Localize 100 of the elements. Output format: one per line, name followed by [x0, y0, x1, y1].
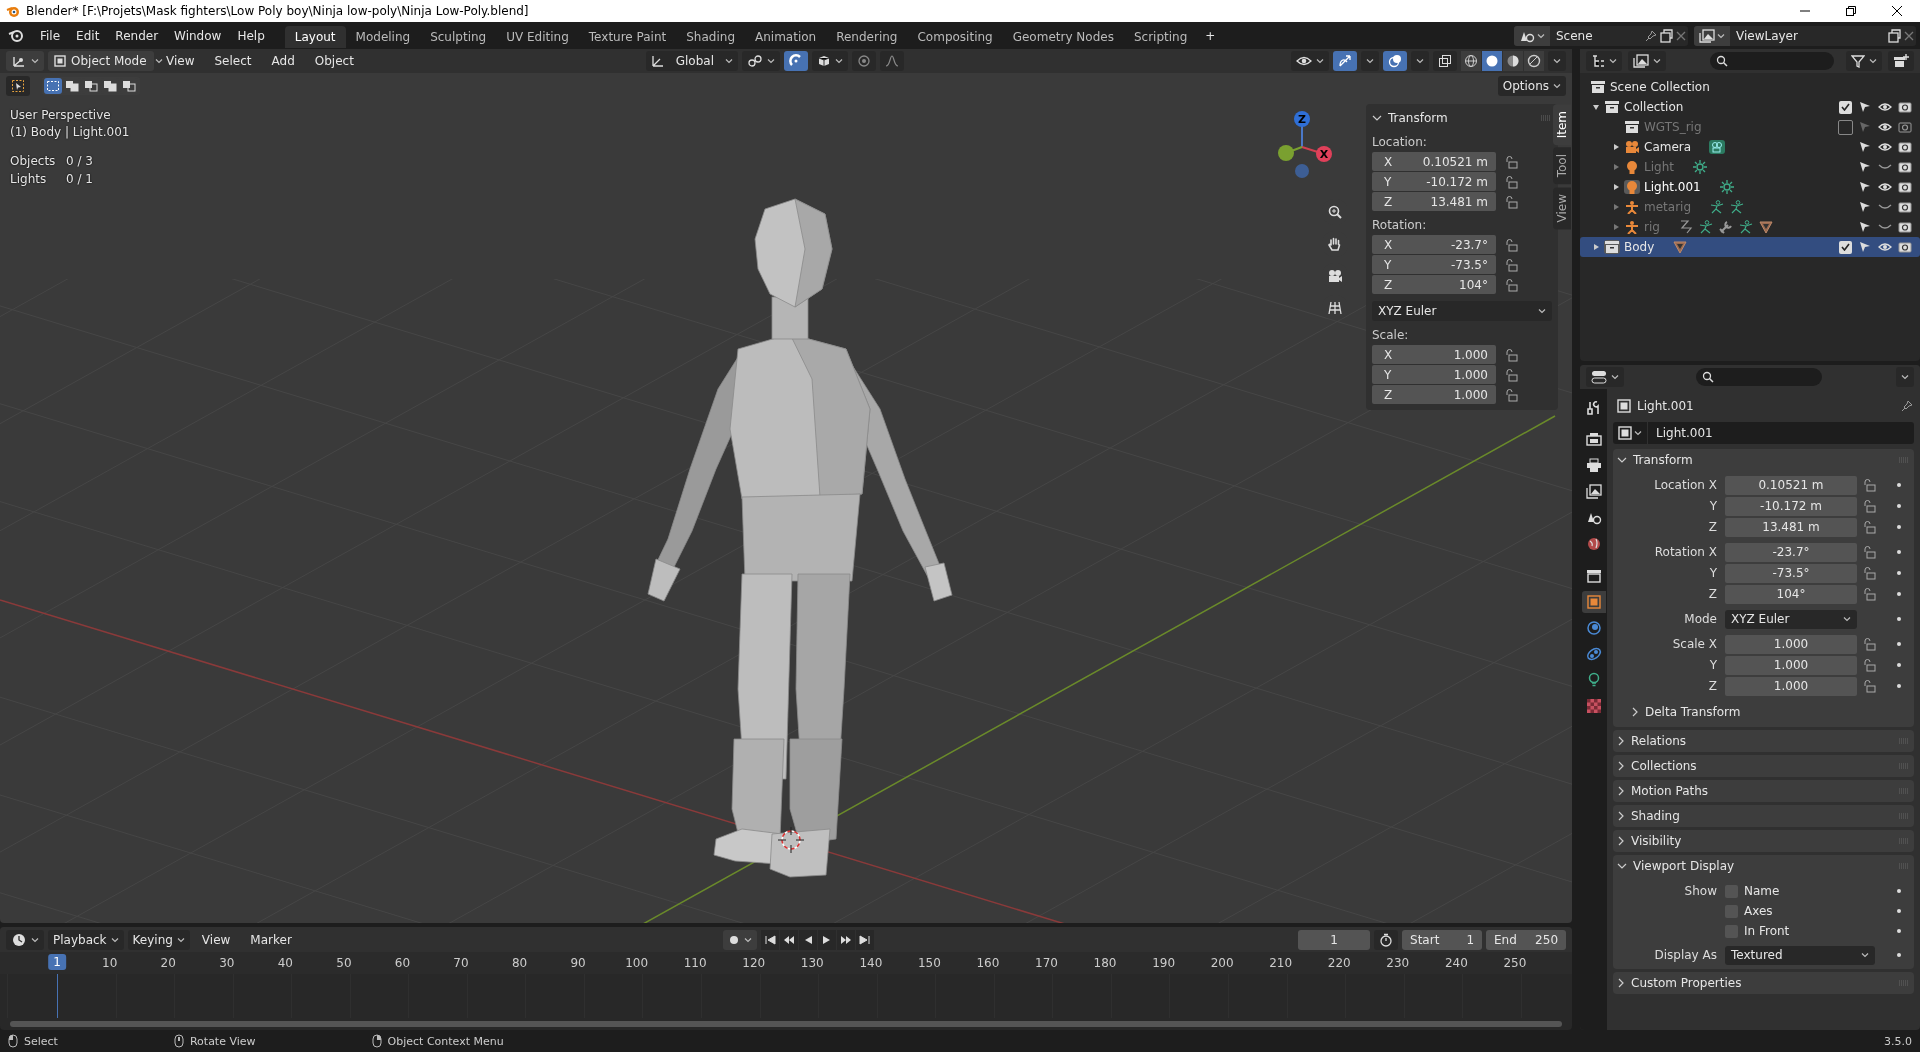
- closed-eye-icon[interactable]: [1878, 222, 1892, 232]
- lock-icon[interactable]: [1504, 387, 1518, 402]
- lock-icon[interactable]: [1862, 520, 1876, 534]
- overlays-toggle[interactable]: [1383, 51, 1407, 71]
- panel-title[interactable]: Transform: [1388, 111, 1448, 125]
- new-collection-button[interactable]: [1888, 51, 1914, 71]
- keyframe-dot-icon[interactable]: [1896, 662, 1902, 668]
- collapsed-arrow-icon[interactable]: [1612, 183, 1620, 191]
- chevron-right-icon[interactable]: [1617, 811, 1625, 821]
- lock-icon[interactable]: [1504, 367, 1518, 382]
- menu-item[interactable]: View: [158, 51, 203, 71]
- chevron-right-icon[interactable]: [1617, 736, 1625, 746]
- panel-title[interactable]: Transform: [1633, 453, 1693, 467]
- eye-icon[interactable]: [1878, 242, 1892, 252]
- eye-icon[interactable]: [1878, 122, 1892, 132]
- panel-title[interactable]: Visibility: [1631, 834, 1682, 848]
- options-dropdown[interactable]: Options: [1497, 76, 1566, 96]
- menu-dropdown[interactable]: Playback: [48, 929, 124, 950]
- exclude-checkbox[interactable]: [1838, 240, 1852, 254]
- navigation-gizmo[interactable]: Z X: [1262, 109, 1332, 189]
- lock-icon[interactable]: [1504, 174, 1518, 189]
- scrollbar[interactable]: [10, 1021, 1562, 1027]
- select-arrow-icon[interactable]: [1859, 101, 1871, 113]
- editor-type-button[interactable]: [1586, 367, 1624, 387]
- display-mode-dropdown[interactable]: [1586, 51, 1622, 71]
- subpanel-title[interactable]: Delta Transform: [1645, 705, 1741, 719]
- shading-dropdown[interactable]: [1548, 51, 1566, 71]
- camera-render-icon[interactable]: [1898, 101, 1912, 113]
- lock-icon[interactable]: [1862, 587, 1876, 601]
- rotation-mode-dropdown[interactable]: XYZ Euler: [1372, 301, 1552, 321]
- mode-dropdown[interactable]: XYZ Euler: [1725, 609, 1857, 629]
- eye-icon[interactable]: [1878, 182, 1892, 192]
- jump-start-button[interactable]: [761, 929, 780, 950]
- lock-icon[interactable]: [1504, 277, 1518, 292]
- shading-mode-button[interactable]: [1482, 51, 1502, 71]
- workspace-tab[interactable]: Compositing: [907, 26, 1003, 48]
- lock-icon[interactable]: [1862, 658, 1876, 672]
- menu-item[interactable]: View: [193, 929, 239, 950]
- lock-icon[interactable]: [1862, 545, 1876, 559]
- lock-icon[interactable]: [1504, 347, 1518, 362]
- previous-keyframe-button[interactable]: [780, 929, 799, 950]
- select-tool-button[interactable]: [6, 76, 30, 96]
- snap-toggle[interactable]: [783, 51, 808, 71]
- play-button[interactable]: [818, 929, 837, 950]
- options-dropdown[interactable]: [1896, 367, 1914, 387]
- shading-mode-button[interactable]: [1461, 51, 1481, 71]
- next-keyframe-button[interactable]: [837, 929, 856, 950]
- camera-render-icon[interactable]: [1898, 201, 1912, 213]
- sidebar-tab[interactable]: Tool: [1553, 147, 1571, 185]
- view-layer-selector[interactable]: ViewLayer: [1694, 25, 1916, 46]
- number-field[interactable]: -10.172 m: [1725, 496, 1857, 516]
- editor-type-button[interactable]: [6, 51, 44, 71]
- number-field[interactable]: -23.7°: [1725, 542, 1857, 562]
- keyframe-dot-icon[interactable]: [1896, 482, 1902, 488]
- lock-icon[interactable]: [1862, 478, 1876, 492]
- object-name-field[interactable]: Light.001: [1613, 422, 1914, 444]
- keyframe-dot-icon[interactable]: [1896, 549, 1902, 555]
- number-field[interactable]: Z 13.481 m: [1372, 192, 1496, 211]
- camera-render-icon[interactable]: [1898, 121, 1912, 133]
- keyframe-dot-icon[interactable]: [1896, 570, 1902, 576]
- keyframe-dot-icon[interactable]: [1896, 908, 1902, 914]
- outliner-item-label[interactable]: Scene Collection: [1610, 80, 1710, 94]
- menu-item[interactable]: Object: [306, 51, 362, 71]
- record-button[interactable]: [723, 929, 758, 950]
- duplicate-icon[interactable]: [1658, 27, 1674, 44]
- overlays-dropdown[interactable]: [1411, 51, 1429, 71]
- end-frame-field[interactable]: End 250: [1486, 929, 1566, 950]
- checkbox-label[interactable]: Axes: [1744, 904, 1773, 918]
- 3d-viewport[interactable]: [0, 49, 1572, 923]
- workspace-tab[interactable]: Texture Paint: [578, 26, 677, 48]
- workspace-tab[interactable]: UV Editing: [496, 26, 579, 48]
- camera-render-icon[interactable]: [1898, 141, 1912, 153]
- eye-icon[interactable]: [1878, 102, 1892, 112]
- number-field[interactable]: Y 1.000: [1372, 365, 1496, 384]
- checkbox-label[interactable]: In Front: [1744, 924, 1790, 938]
- gizmo-dropdown[interactable]: [1361, 51, 1379, 71]
- number-field[interactable]: 1.000: [1725, 634, 1857, 654]
- number-field[interactable]: 13.481 m: [1725, 517, 1857, 537]
- chevron-right-icon[interactable]: [1631, 707, 1639, 717]
- number-field[interactable]: Y -10.172 m: [1372, 172, 1496, 191]
- start-frame-field[interactable]: Start 1: [1402, 929, 1482, 950]
- add-workspace-button[interactable]: +: [1197, 25, 1224, 46]
- outliner-row[interactable]: Body: [1580, 237, 1920, 257]
- keyframe-dot-icon[interactable]: [1896, 641, 1902, 647]
- search-field[interactable]: [1710, 52, 1834, 70]
- panel-title[interactable]: Collections: [1631, 759, 1697, 773]
- pivot-dropdown[interactable]: [741, 51, 780, 71]
- search-field[interactable]: [1696, 368, 1822, 386]
- select-arrow-icon[interactable]: [1859, 201, 1871, 213]
- gizmo-toggle[interactable]: [1333, 51, 1357, 71]
- keyframe-dot-icon[interactable]: [1896, 928, 1902, 934]
- orientation-dropdown[interactable]: Global: [645, 51, 738, 71]
- lock-icon[interactable]: [1862, 679, 1876, 693]
- outliner-row[interactable]: Collection: [1580, 97, 1920, 117]
- collapsed-arrow-icon[interactable]: [1592, 243, 1600, 251]
- chevron-right-icon[interactable]: [1617, 761, 1625, 771]
- camera-render-icon[interactable]: [1898, 241, 1912, 253]
- number-field[interactable]: 0.10521 m: [1725, 475, 1857, 495]
- filter-view-dropdown[interactable]: [1628, 51, 1666, 71]
- drag-handle-icon[interactable]: [1540, 115, 1552, 121]
